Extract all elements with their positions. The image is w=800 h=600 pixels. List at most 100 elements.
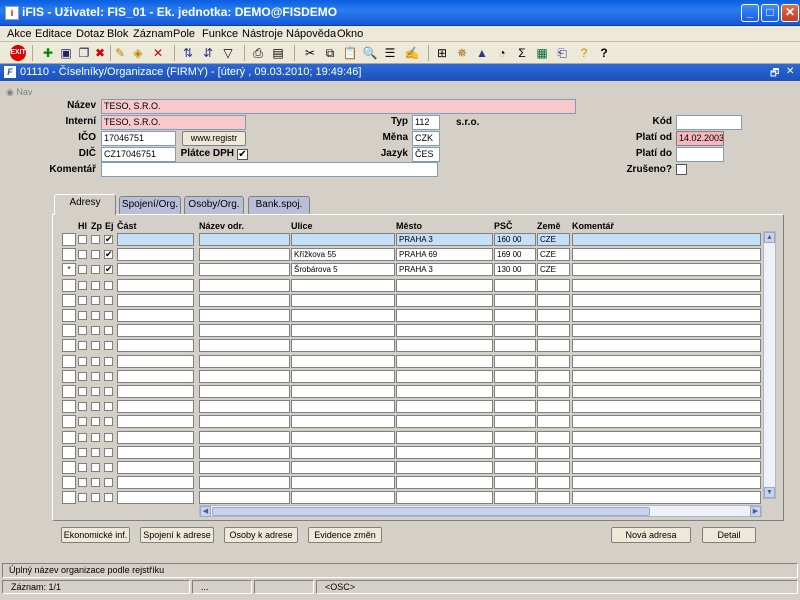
cell-mesto[interactable] xyxy=(396,415,493,428)
cell-komentar[interactable] xyxy=(572,400,761,413)
cell-komentar[interactable] xyxy=(572,491,761,504)
copy-icon[interactable]: ❐ xyxy=(76,45,92,61)
question-icon[interactable]: ? xyxy=(596,45,612,61)
cell-ulice[interactable] xyxy=(291,400,395,413)
cell-psc[interactable] xyxy=(494,309,536,322)
cell-mesto[interactable] xyxy=(396,431,493,444)
excel-icon[interactable]: ▦ xyxy=(534,45,550,61)
platce-dph-checkbox[interactable]: ✔ xyxy=(237,149,248,160)
cell-cast[interactable] xyxy=(117,263,194,276)
cell-mesto[interactable] xyxy=(396,339,493,352)
cell-cast[interactable] xyxy=(117,415,194,428)
cell-cast[interactable] xyxy=(117,309,194,322)
paste-icon[interactable]: 📋 xyxy=(342,45,358,61)
cell-cast[interactable] xyxy=(117,294,194,307)
scroll-left-icon[interactable]: ◀ xyxy=(200,506,211,517)
sort-icon[interactable]: ⇅ xyxy=(180,45,196,61)
cell-ulice[interactable] xyxy=(291,339,395,352)
cell-mesto[interactable] xyxy=(396,385,493,398)
scroll-right-icon[interactable]: ▶ xyxy=(750,506,761,517)
cell-ulice[interactable] xyxy=(291,431,395,444)
cell-ulice[interactable] xyxy=(291,324,395,337)
osoby-k-adrese-button[interactable]: Osoby k adrese xyxy=(224,527,298,543)
cell-cast[interactable] xyxy=(117,491,194,504)
cell-nazev-odr[interactable] xyxy=(199,400,290,413)
row-indicator[interactable] xyxy=(62,324,76,337)
menu-dotaz[interactable]: Dotaz xyxy=(76,28,105,40)
cell-komentar[interactable] xyxy=(572,431,761,444)
cell-mesto[interactable] xyxy=(396,355,493,368)
hl-checkbox[interactable] xyxy=(78,433,87,442)
cell-zeme[interactable] xyxy=(537,446,570,459)
window-titlebar[interactable]: i iFIS - Uživatel: FIS_01 - Ek. jednotka… xyxy=(0,0,800,26)
cell-cast[interactable] xyxy=(117,476,194,489)
zp-checkbox[interactable] xyxy=(91,448,100,457)
cell-psc[interactable] xyxy=(494,339,536,352)
cell-nazev-odr[interactable] xyxy=(199,294,290,307)
cell-zeme[interactable]: CZE xyxy=(537,248,570,261)
hl-checkbox[interactable] xyxy=(78,357,87,366)
hl-checkbox[interactable] xyxy=(78,493,87,502)
cell-psc[interactable] xyxy=(494,461,536,474)
query-icon[interactable]: ✎ xyxy=(112,45,128,61)
cell-ulice[interactable] xyxy=(291,233,395,246)
row-indicator[interactable]: * xyxy=(62,263,76,276)
cut-icon[interactable]: ✂ xyxy=(302,45,318,61)
menu-blok[interactable]: Blok xyxy=(107,28,128,40)
cell-psc[interactable] xyxy=(494,476,536,489)
zp-checkbox[interactable] xyxy=(91,433,100,442)
cell-psc[interactable]: 160 00 xyxy=(494,233,536,246)
menu-napoveda[interactable]: Nápověda xyxy=(286,28,336,40)
scroll-down-icon[interactable]: ▼ xyxy=(764,487,775,498)
cell-nazev-odr[interactable] xyxy=(199,476,290,489)
ej-checkbox[interactable] xyxy=(104,433,113,442)
cell-nazev-odr[interactable] xyxy=(199,279,290,292)
cell-cast[interactable] xyxy=(117,446,194,459)
cell-zeme[interactable] xyxy=(537,461,570,474)
hl-checkbox[interactable] xyxy=(78,417,87,426)
cell-zeme[interactable] xyxy=(537,491,570,504)
cell-nazev-odr[interactable] xyxy=(199,355,290,368)
cell-nazev-odr[interactable] xyxy=(199,370,290,383)
cell-cast[interactable] xyxy=(117,370,194,383)
cell-komentar[interactable] xyxy=(572,370,761,383)
cell-psc[interactable] xyxy=(494,355,536,368)
cell-nazev-odr[interactable] xyxy=(199,248,290,261)
cell-psc[interactable] xyxy=(494,294,536,307)
cell-komentar[interactable] xyxy=(572,294,761,307)
cell-ulice[interactable] xyxy=(291,370,395,383)
cell-zeme[interactable] xyxy=(537,385,570,398)
row-indicator[interactable] xyxy=(62,279,76,292)
cell-ulice[interactable] xyxy=(291,461,395,474)
zp-checkbox[interactable] xyxy=(91,387,100,396)
cell-komentar[interactable] xyxy=(572,248,761,261)
row-indicator[interactable] xyxy=(62,248,76,261)
hl-checkbox[interactable] xyxy=(78,281,87,290)
registr-button[interactable]: www.registr xyxy=(182,131,246,146)
cell-komentar[interactable] xyxy=(572,461,761,474)
komentar-field[interactable] xyxy=(101,162,438,177)
ej-checkbox[interactable] xyxy=(104,281,113,290)
form-window-titlebar[interactable]: F 01110 - Číselníky/Organizace (FIRMY) -… xyxy=(0,64,800,81)
row-indicator[interactable] xyxy=(62,400,76,413)
ej-checkbox[interactable] xyxy=(104,478,113,487)
zruseno-checkbox[interactable] xyxy=(676,164,687,175)
new-record-icon[interactable]: ✚ xyxy=(40,45,56,61)
cell-ulice[interactable] xyxy=(291,294,395,307)
cell-komentar[interactable] xyxy=(572,385,761,398)
jazyk-field[interactable]: ČES xyxy=(412,147,440,162)
zp-checkbox[interactable] xyxy=(91,402,100,411)
hl-checkbox[interactable] xyxy=(78,341,87,350)
spojeni-k-adrese-button[interactable]: Spojení k adrese xyxy=(140,527,214,543)
minimize-button[interactable]: _ xyxy=(741,4,759,22)
zp-checkbox[interactable] xyxy=(91,235,100,244)
ico-field[interactable]: 17046751 xyxy=(101,131,176,146)
nav-label[interactable]: ◉ Nav xyxy=(6,87,32,98)
delete-record-icon[interactable]: ✖ xyxy=(92,45,108,61)
row-indicator[interactable] xyxy=(62,309,76,322)
cell-komentar[interactable] xyxy=(572,339,761,352)
row-indicator[interactable] xyxy=(62,446,76,459)
grid-horizontal-scrollbar[interactable]: ◀ ▶ xyxy=(199,505,762,517)
cell-ulice[interactable]: Šrobárova 5 xyxy=(291,263,395,276)
cell-nazev-odr[interactable] xyxy=(199,431,290,444)
